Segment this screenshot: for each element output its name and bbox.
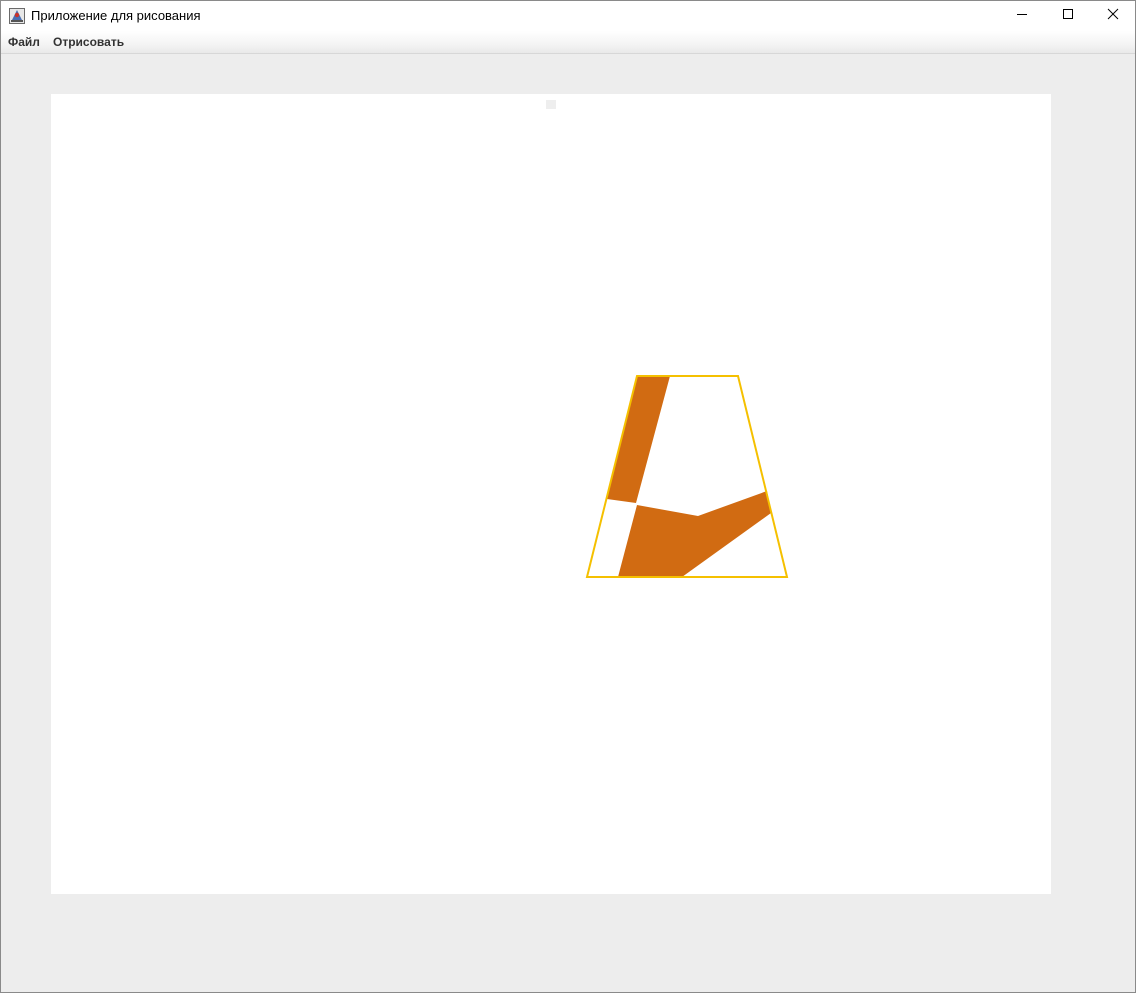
menu-draw[interactable]: Отрисовать — [53, 35, 124, 49]
menu-file[interactable]: Файл — [8, 35, 40, 49]
filled-region-lower — [618, 491, 771, 577]
close-icon — [1107, 7, 1119, 25]
app-icon — [9, 8, 25, 24]
maximize-button[interactable] — [1045, 1, 1091, 31]
menu-bar: Файл Отрисовать — [1, 31, 1135, 54]
app-window: Приложение для рисования Файл Отрисовать — [0, 0, 1136, 993]
drawing-surface — [585, 375, 789, 578]
minimize-icon — [1016, 7, 1028, 25]
filled-region-upper — [607, 376, 670, 503]
drawing-canvas[interactable] — [51, 94, 1051, 894]
content-area — [1, 54, 1135, 992]
title-bar: Приложение для рисования — [1, 1, 1135, 31]
maximize-icon — [1062, 7, 1074, 25]
close-button[interactable] — [1090, 1, 1135, 31]
window-title: Приложение для рисования — [31, 8, 201, 23]
minimize-button[interactable] — [999, 1, 1045, 31]
